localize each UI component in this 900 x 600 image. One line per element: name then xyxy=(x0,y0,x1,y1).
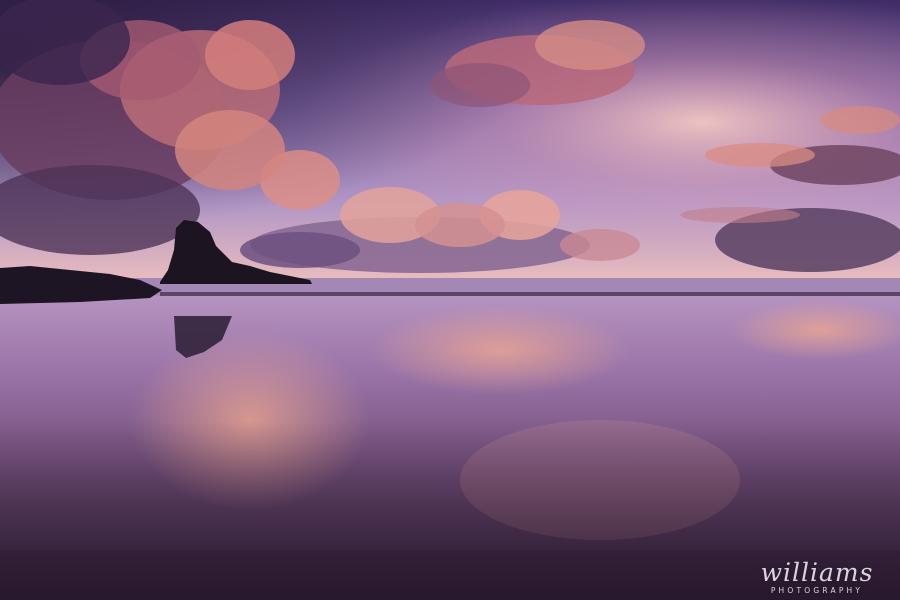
photographer-watermark: williams PHOTOGRAPHY xyxy=(742,560,892,596)
sunset-beach-scene xyxy=(0,0,900,600)
landscape-photo: williams PHOTOGRAPHY xyxy=(0,0,900,600)
watermark-subtitle: PHOTOGRAPHY xyxy=(770,586,864,595)
watermark-name: williams xyxy=(760,558,874,587)
